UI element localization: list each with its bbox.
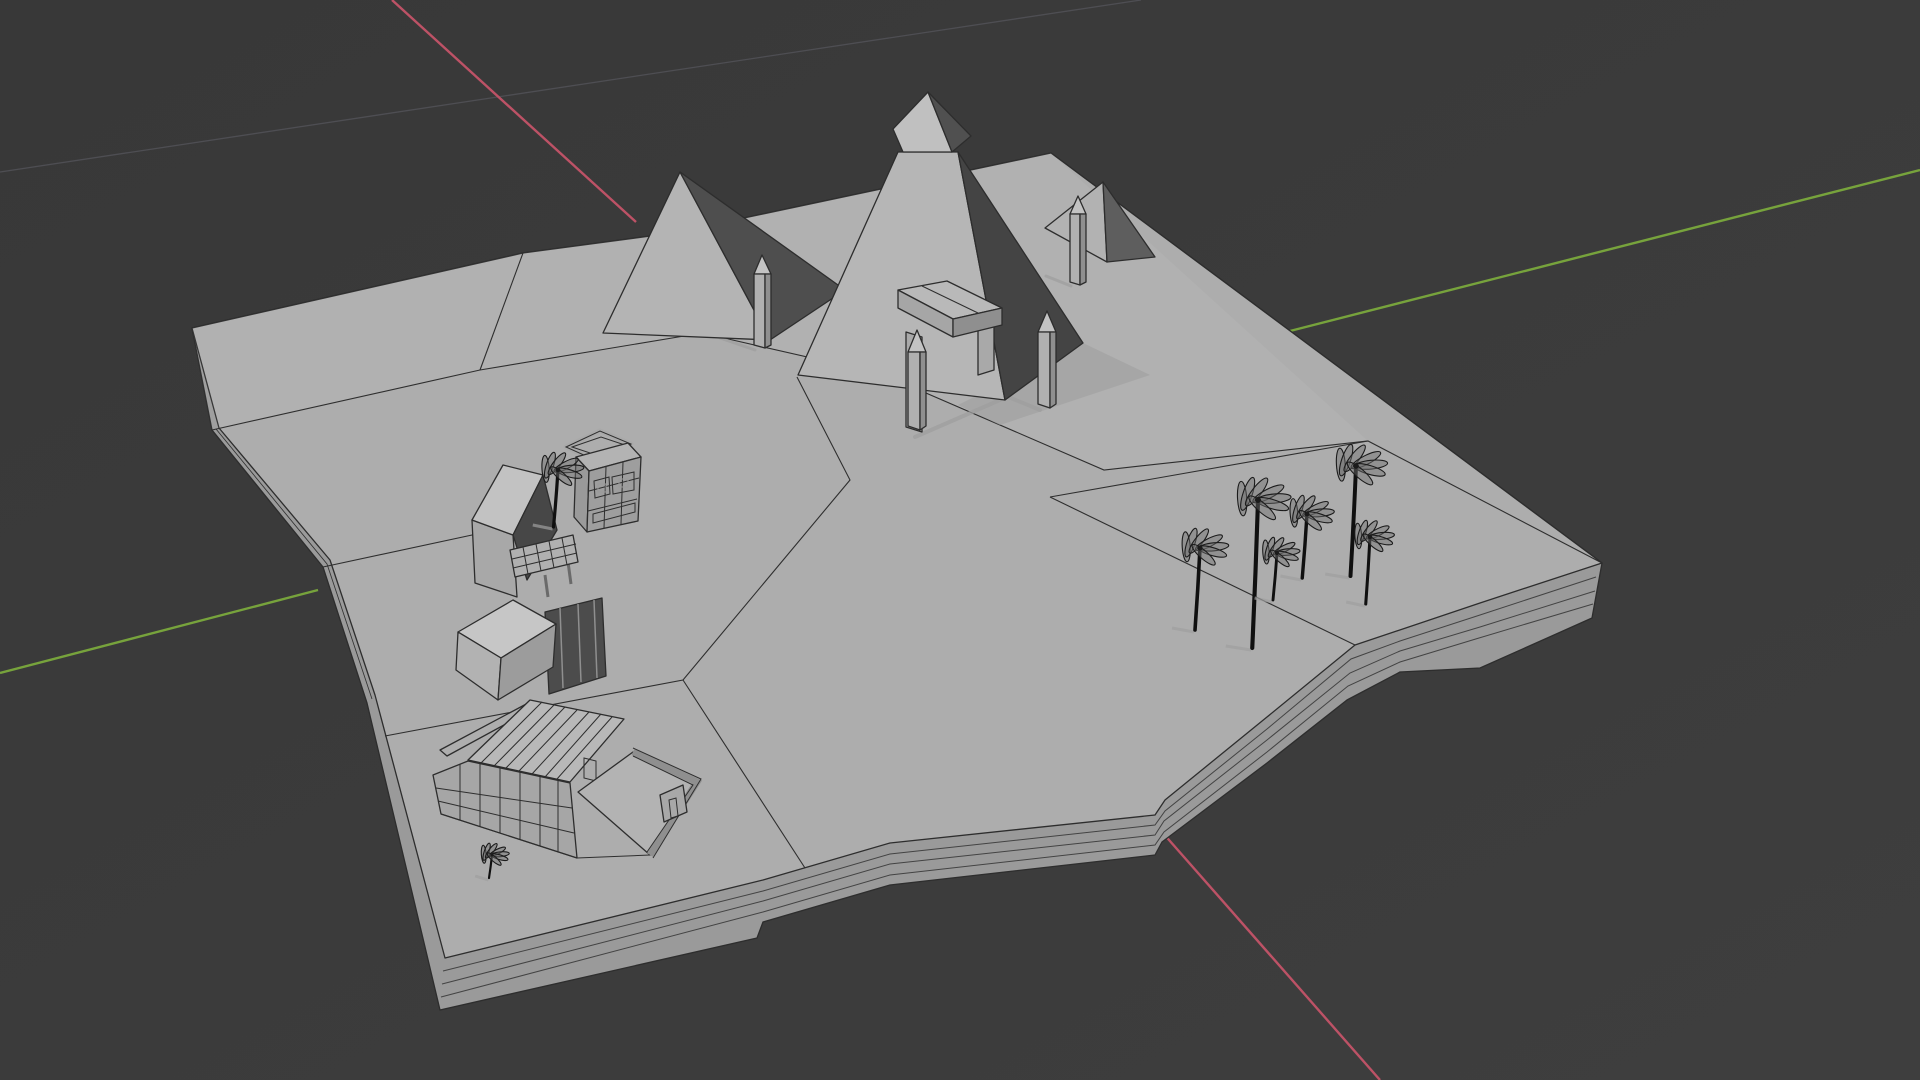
- palm-crown: [555, 467, 561, 473]
- viewport-canvas[interactable]: [0, 0, 1920, 1080]
- obelisk-1[interactable]: [753, 254, 772, 349]
- palm-crown: [1367, 534, 1373, 540]
- palm-crown: [1353, 463, 1359, 469]
- palm-crown: [1255, 497, 1261, 503]
- obelisk-2[interactable]: [1037, 310, 1057, 409]
- palm-crown: [1304, 511, 1310, 517]
- obelisk-4[interactable]: [1069, 195, 1087, 286]
- palm-crown: [1274, 550, 1280, 556]
- palm-crown: [490, 853, 494, 857]
- obelisk-3[interactable]: [907, 329, 927, 431]
- palm-crown: [1197, 545, 1203, 551]
- viewport-3d[interactable]: [0, 0, 1920, 1080]
